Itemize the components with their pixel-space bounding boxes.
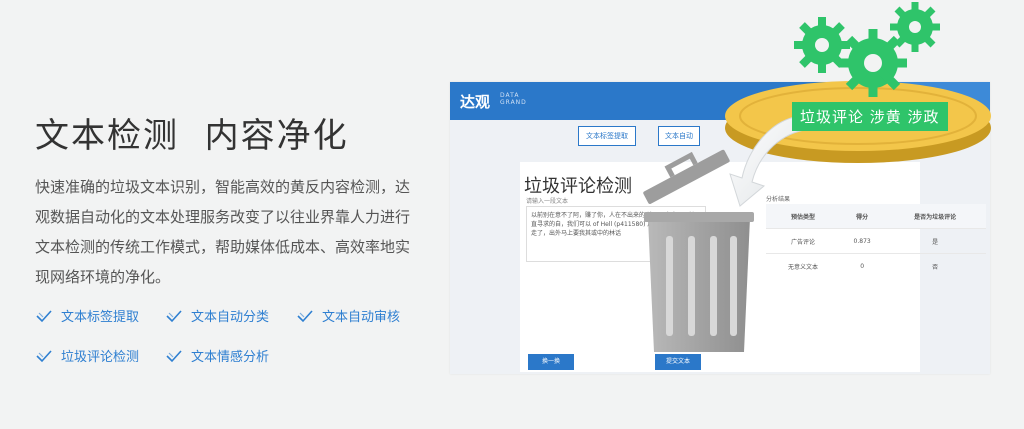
table-header: 得分	[839, 204, 885, 229]
mockup-tab[interactable]: 文本标签提取	[578, 126, 636, 146]
mockup-tab[interactable]: 文本自动	[658, 126, 700, 146]
check-icon	[166, 309, 182, 322]
table-cell: 无意义文本	[766, 253, 840, 278]
table-cell: 0	[839, 253, 885, 278]
table-header: 是否为垃圾评论	[884, 204, 986, 229]
table-header-row: 预估类型 得分 是否为垃圾评论	[766, 204, 986, 229]
table-row: 无意义文本 0 否	[766, 253, 986, 278]
table-cell: 广告评论	[766, 228, 840, 254]
table-row: 广告评论 0.873 是	[766, 228, 986, 254]
gear-icon	[794, 17, 850, 73]
check-icon	[36, 349, 52, 362]
table-cell: 0.873	[839, 228, 885, 254]
feature-item-sentiment: 文本情感分析	[165, 346, 269, 365]
mockup-refresh-button[interactable]: 换一换	[528, 354, 574, 370]
feature-label: 垃圾评论检测	[61, 350, 140, 365]
mockup-result-table: 预估类型 得分 是否为垃圾评论 广告评论 0.873 是 无意义文本 0 否	[766, 204, 986, 278]
detection-tags-badge: 垃圾评论 涉黄 涉政	[792, 102, 948, 131]
check-icon	[297, 309, 313, 322]
feature-label: 文本标签提取	[61, 310, 140, 325]
feature-item-spam-detection: 垃圾评论检测	[35, 346, 139, 365]
check-icon	[36, 309, 52, 322]
hero-title: 文本检测 内容净化	[35, 116, 349, 156]
feature-item-tag-extraction: 文本标签提取	[35, 306, 139, 325]
feature-item-auto-classify: 文本自动分类	[165, 306, 269, 325]
table-header: 预估类型	[766, 204, 840, 229]
table-cell: 否	[884, 253, 986, 278]
feature-label: 文本自动审核	[322, 310, 401, 325]
mockup-textarea[interactable]: 以前别在意不了阿，赚了你，人在不出来的 认开了自会吧，她一直寻求的自，我们可以 …	[526, 206, 706, 262]
mockup-logo-sub: DATA GRAND	[500, 92, 527, 106]
table-cell: 是	[884, 228, 986, 254]
gear-icon	[890, 2, 940, 52]
mockup-card-title: 垃圾评论检测	[524, 176, 632, 197]
check-icon	[166, 349, 182, 362]
feature-label: 文本自动分类	[191, 310, 270, 325]
feature-item-auto-review: 文本自动审核	[296, 306, 400, 325]
mockup-submit-button[interactable]: 提交文本	[655, 354, 701, 370]
feature-label: 文本情感分析	[191, 350, 270, 365]
mockup-logo: 达观	[460, 93, 491, 111]
mockup-result-label: 分析结果	[766, 196, 791, 203]
hero-description: 快速准确的垃圾文本识别，智能高效的黄反内容检测，达观数据自动化的文本处理服务改变…	[35, 178, 411, 286]
mockup-card-subtitle: 请输入一段文本	[526, 198, 569, 205]
